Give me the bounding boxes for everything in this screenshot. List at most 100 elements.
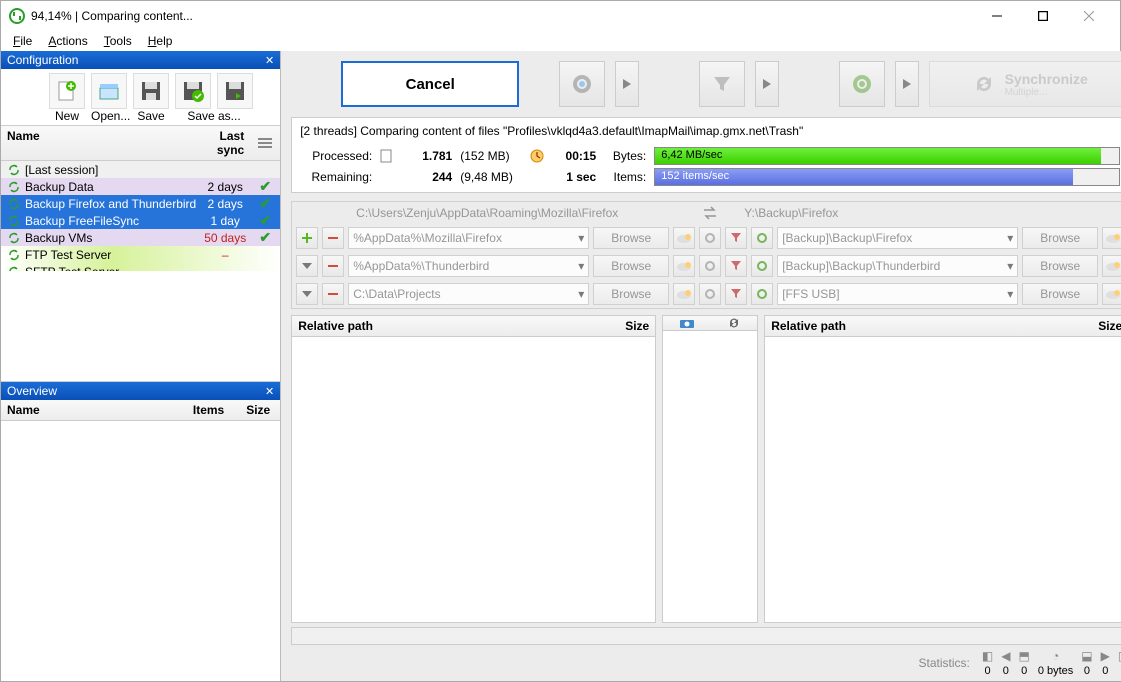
config-row[interactable]: Backup VMs 50 days ✔ [1,229,280,246]
maximize-button[interactable] [1020,1,1066,31]
right-col-size[interactable]: Size [1068,316,1121,336]
menu-actions[interactable]: Actions [42,32,93,50]
config-list[interactable]: [Last session] Backup Data 2 days ✔ Back… [1,161,280,271]
pair-compare-icon[interactable] [699,255,721,277]
close-overview-icon[interactable]: ✕ [265,385,274,398]
main-toolbar: Cancel Synchronize Multiple... [281,51,1121,117]
left-col-relpath[interactable]: Relative path [292,316,595,336]
cloud-right-icon[interactable] [1102,255,1121,277]
titlebar: 94,14% | Comparing content... [1,1,1120,31]
clock-icon [530,149,544,163]
right-path-input[interactable]: [Backup]\Backup\Thunderbird▾ [777,255,1018,277]
pair-sync-icon[interactable] [751,255,773,277]
pair-filter-icon[interactable] [725,227,747,249]
processed-count: 1.781 [400,149,452,163]
left-col-size[interactable]: Size [595,316,655,336]
browse-left-button[interactable]: Browse [593,227,669,249]
overview-columns: Name Items Size [1,400,280,421]
stat-value: 0 [1084,665,1090,677]
cloud-right-icon[interactable] [1102,283,1121,305]
save-button[interactable] [133,73,169,109]
menu-help[interactable]: Help [142,32,179,50]
swap-icon[interactable] [682,202,738,224]
pair-sync-icon[interactable] [751,283,773,305]
close-button[interactable] [1066,1,1112,31]
col-name[interactable]: Name [1,126,188,160]
left-path-input[interactable]: %AppData%\Thunderbird▾ [348,255,589,277]
sync-icon [5,232,23,244]
right-grid-body[interactable] [765,337,1121,622]
config-row[interactable]: Backup Data 2 days ✔ [1,178,280,195]
stat-value: 0 [1003,665,1009,677]
config-lastsync: 2 days [196,197,254,211]
stat-icon: ◔ [1052,649,1059,663]
remove-pair-button[interactable] [322,227,344,249]
config-lastsync: 50 days [196,231,254,245]
cloud-left-icon[interactable] [673,227,695,249]
synchronize-button[interactable]: Synchronize Multiple... [929,61,1121,107]
menu-file[interactable]: File [7,32,38,50]
remove-pair-button[interactable] [322,255,344,277]
folder-pair-row: %AppData%\Thunderbird▾ Browse [Backup]\B… [292,252,1121,280]
cloud-left-icon[interactable] [673,283,695,305]
config-row[interactable]: Backup FreeFileSync 1 day ✔ [1,212,280,229]
stat-icon: ⬒ [1018,649,1029,663]
new-button[interactable] [49,73,85,109]
pair-sync-icon[interactable] [751,227,773,249]
menu-tools[interactable]: Tools [98,32,138,50]
ov-col-name[interactable]: Name [1,400,170,420]
cancel-button[interactable]: Cancel [341,61,519,107]
middle-grid-body[interactable] [663,331,757,622]
config-name: Backup Data [23,180,196,194]
stat-cell: ◀0 [1001,649,1010,677]
add-pair-button[interactable] [296,227,318,249]
pair-compare-icon[interactable] [699,227,721,249]
saveas-button[interactable] [217,73,253,109]
compare-dropdown[interactable] [615,61,639,107]
browse-right-button[interactable]: Browse [1022,227,1098,249]
compare-settings-button[interactable] [559,61,605,107]
sync-icon [5,164,23,176]
right-path-input[interactable]: [Backup]\Backup\Firefox▾ [777,227,1018,249]
stat-icon: ▶ [1101,649,1110,663]
right-col-relpath[interactable]: Relative path [765,316,1068,336]
close-panel-icon[interactable]: ✕ [265,54,274,67]
minimize-button[interactable] [974,1,1020,31]
pair-compare-icon[interactable] [699,283,721,305]
filter-button[interactable] [699,61,745,107]
cloud-right-icon[interactable] [1102,227,1121,249]
pair-dropdown[interactable] [296,283,318,305]
ov-col-items[interactable]: Items [170,400,230,420]
pair-dropdown[interactable] [296,255,318,277]
cloud-left-icon[interactable] [673,255,695,277]
left-path-input[interactable]: C:\Data\Projects▾ [348,283,589,305]
col-options-icon[interactable] [250,126,280,160]
config-name: [Last session] [23,163,196,177]
config-row[interactable]: FTP Test Server – [1,246,280,263]
refresh-icon[interactable] [710,316,757,330]
config-row[interactable]: SFTP Test Server – [1,263,280,271]
browse-left-button[interactable]: Browse [593,255,669,277]
browse-right-button[interactable]: Browse [1022,255,1098,277]
open-button[interactable] [91,73,127,109]
browse-left-button[interactable]: Browse [593,283,669,305]
config-row[interactable]: [Last session] [1,161,280,178]
pair-filter-icon[interactable] [725,255,747,277]
config-row[interactable]: Backup Firefox and Thunderbird 2 days ✔ [1,195,280,212]
left-grid-body[interactable] [292,337,655,622]
stat-value: 0 bytes [1038,665,1073,677]
left-path-input[interactable]: %AppData%\Mozilla\Firefox▾ [348,227,589,249]
saveas-batch-button[interactable] [175,73,211,109]
col-lastsync[interactable]: Last sync [188,126,250,160]
pair-filter-icon[interactable] [725,283,747,305]
remove-pair-button[interactable] [322,283,344,305]
processed-size: (152 MB) [460,149,522,163]
filter-dropdown[interactable] [755,61,779,107]
sync-settings-dropdown[interactable] [895,61,919,107]
ov-col-size[interactable]: Size [230,400,280,420]
camera-icon[interactable] [663,316,710,330]
right-path-input[interactable]: [FFS USB]▾ [777,283,1018,305]
sync-settings-button[interactable] [839,61,885,107]
horizontal-scrollbar[interactable] [291,627,1121,645]
browse-right-button[interactable]: Browse [1022,283,1098,305]
